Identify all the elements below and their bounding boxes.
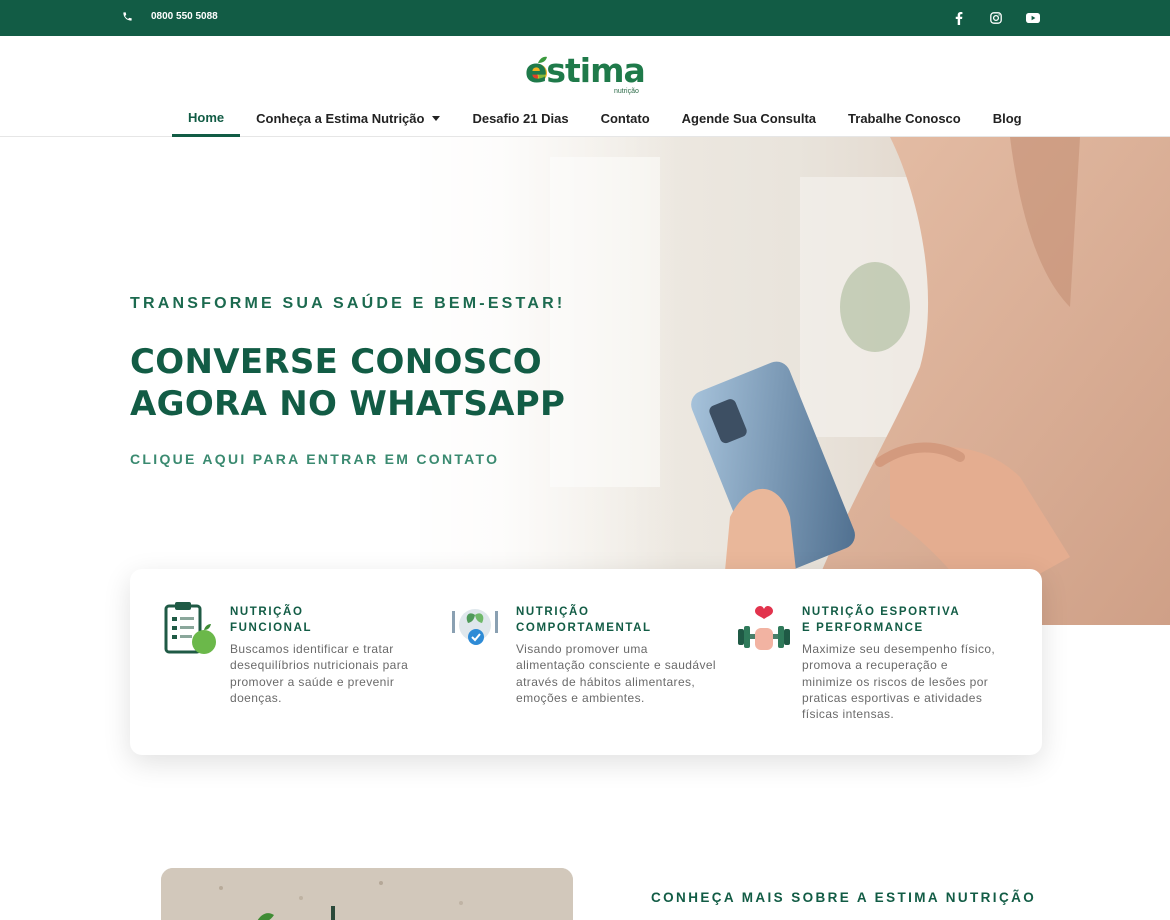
plate-leaf-icon (452, 609, 498, 645)
hero-title-line-2: AGORA NO WHATSAPP (130, 384, 566, 424)
hero-title: CONVERSE CONOSCO AGORA NO WHATSAPP (130, 341, 590, 425)
instagram-icon[interactable] (989, 11, 1003, 25)
feature-text: Maximize seu desempenho físico, promova … (802, 642, 996, 722)
nav-agende[interactable]: Agende Sua Consulta (666, 100, 832, 137)
about-section-title: CONHEÇA MAIS SOBRE A ESTIMA NUTRIÇÃO (651, 890, 1037, 905)
social-links (952, 11, 1040, 25)
phone-icon (123, 12, 132, 21)
dumbbell-heart-icon (738, 606, 790, 650)
nav-home[interactable]: Home (172, 100, 241, 137)
facebook-icon[interactable] (952, 11, 966, 25)
clipboard-apple-icon (164, 602, 216, 654)
nav-conheca[interactable]: Conheça a Estima Nutrição (240, 100, 456, 137)
chevron-down-icon (432, 116, 441, 121)
about-image (161, 868, 573, 920)
phone-contact[interactable]: 0800 550 5088 (122, 11, 218, 22)
whatsapp-cta-link[interactable]: CLIQUE AQUI PARA ENTRAR EM CONTATO (130, 451, 499, 467)
nav-blog[interactable]: Blog (977, 100, 1038, 137)
nav-contato[interactable]: Contato (585, 100, 666, 137)
hero-title-line-1: CONVERSE CONOSCO (130, 342, 542, 382)
logo-subtitle: nutrição (614, 88, 639, 95)
feature-text: Visando promover uma alimentação conscie… (516, 642, 716, 705)
feature-title: NUTRIÇÃO ESPORTIVA E PERFORMANCE (802, 606, 961, 634)
hero-kicker: TRANSFORME SUA SAÚDE E BEM-ESTAR! (130, 295, 566, 312)
nav-trabalhe[interactable]: Trabalhe Conosco (832, 100, 977, 137)
feature-title: NUTRIÇÃO FUNCIONAL (230, 606, 313, 634)
feature-title: NUTRIÇÃO COMPORTAMENTAL (516, 606, 652, 634)
logo-wordmark: estima (525, 51, 646, 90)
youtube-icon[interactable] (1026, 11, 1040, 25)
estima-logo[interactable]: estima nutrição (525, 51, 655, 96)
top-bar: 0800 550 5088 (0, 0, 1170, 36)
main-nav: Home Conheça a Estima Nutrição Desafio 2… (172, 100, 1038, 137)
hero-banner: TRANSFORME SUA SAÚDE E BEM-ESTAR! CONVER… (0, 137, 1170, 625)
site-header: estima nutrição Home Conheça a Estima Nu… (0, 36, 1170, 137)
nav-desafio[interactable]: Desafio 21 Dias (456, 100, 584, 137)
phone-number: 0800 550 5088 (151, 11, 218, 22)
features-card: NUTRIÇÃO FUNCIONAL Buscamos identificar … (130, 569, 1042, 755)
feature-text: Buscamos identificar e tratar desequilíb… (230, 642, 409, 705)
